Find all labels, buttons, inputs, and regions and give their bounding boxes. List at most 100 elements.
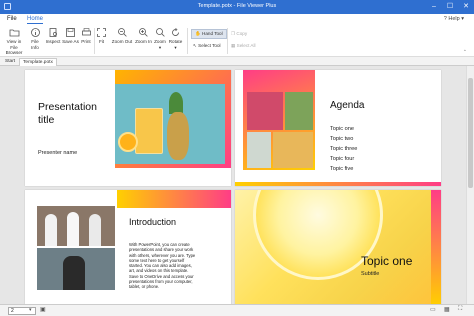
inspect-label: Inspect [45,39,61,44]
select-all-button[interactable]: ▦ Select All [231,43,256,49]
chevron-down-icon: ▾ [158,44,162,50]
fullscreen-icon[interactable]: ⛶ [458,306,462,313]
grid-view-icon[interactable]: ▦ [444,306,450,313]
hand-tool-button[interactable]: ✋ Hand Tool [191,29,227,39]
person-figure [63,256,85,290]
zoom-icon [155,28,165,37]
topic-heading: Topic one [361,254,413,268]
help-menu[interactable]: ? Help ▾ [444,16,464,22]
copy-label: Copy [236,31,248,36]
menu-bar: File Home ? Help ▾ [0,14,474,25]
zoom-in-icon [139,28,148,37]
zoom-in-label: Zoom In [135,39,152,44]
fruit-photo [273,132,313,168]
thumbnail-icon[interactable]: ▣ [40,306,46,313]
print-label: Print [81,39,91,44]
slide-viewer[interactable]: Presentation title Presenter name Agenda… [0,66,466,304]
intro-heading: Introduction [129,217,177,227]
intro-line: art, and videos on this template. [129,268,189,274]
window-title: Template.potx - File Viewer Plus [197,3,277,9]
drink-photo [247,132,271,168]
select-all-icon: ▦ [231,43,236,48]
menu-file[interactable]: File [7,16,17,22]
tab-start[interactable]: Start [2,58,18,66]
help-icon: ? [443,16,447,22]
menu-home[interactable]: Home [27,16,44,24]
hand-icon: ✋ [195,31,201,36]
juice-glass [135,108,163,154]
rotate-icon [172,27,179,36]
intro-body: With PowerPoint, you can create presenta… [129,242,195,290]
intro-line: tablet, or phone. [129,284,160,290]
view-in-browser-button[interactable]: View in File Browser [3,27,25,56]
fit-button[interactable]: Fit [96,27,107,45]
collapse-ribbon-icon[interactable]: ⌃ [463,49,467,55]
hand-tool-label: Hand Tool [202,31,223,36]
chevron-down-icon: ▾ [174,44,177,50]
slide-title-line1: Presentation [38,101,97,113]
agenda-heading: Agenda [330,100,365,111]
ribbon-toolbar: View in File Browser File Info Inspect S… [0,25,474,57]
presenter-name: Presenter name [38,150,78,156]
help-label: Help [448,16,460,22]
page-view-icon[interactable]: ▭ [430,306,436,313]
page-number: 2 [11,308,14,314]
file-info-button[interactable]: File Info [27,27,43,50]
slide-1[interactable]: Presentation title Presenter name [25,70,231,186]
pineapple [167,112,189,160]
juice-photo [115,84,225,164]
ribbon-divider [187,28,188,54]
zoom-out-icon [117,28,127,37]
agenda-item: Topic one [330,126,354,132]
select-tool-label: Select Tool [198,43,221,48]
slide-4[interactable]: Topic one Subtitle [235,190,441,304]
pineapple-leaves [169,92,183,114]
intro-line: presentations and share your work [129,247,194,253]
select-tool-button[interactable]: ↖ Select Tool [193,43,221,49]
rotate-dropdown[interactable]: Rotate ▾ [168,27,183,50]
team-photo [37,206,115,246]
copy-button[interactable]: ❐ Copy [231,31,247,37]
title-bar: Template.potx - File Viewer Plus – ☐ ✕ [0,0,474,14]
tab-template[interactable]: Template.potx [19,58,57,66]
zoom-dropdown[interactable]: Zoom ▾ [153,27,167,50]
view-in-browser-label1: View in File [6,39,22,50]
orange-slice [118,132,138,152]
topic-subtitle: Subtitle [361,271,380,277]
save-icon [66,28,75,37]
agenda-list: Topic one Topic two Topic three Topic fo… [330,124,357,174]
inspect-button[interactable]: Inspect [45,27,61,45]
rotate-label: Rotate [168,39,183,44]
fit-label: Fit [98,39,105,44]
zoom-in-button[interactable]: Zoom In [134,27,153,45]
fit-icon [97,28,106,37]
inspect-icon [49,28,57,37]
agenda-item: Topic two [330,136,354,142]
zoom-label: Zoom [154,39,166,44]
gradient-strip [431,190,441,304]
close-button[interactable]: ✕ [458,0,474,14]
agenda-item: Topic five [330,166,354,172]
slide-3[interactable]: Introduction With PowerPoint, you can cr… [25,190,231,304]
chef-photo [37,248,115,290]
slide-title-line2: title [38,113,55,126]
vertical-scrollbar[interactable] [466,66,474,304]
cursor-icon: ↖ [193,43,197,48]
gradient-strip [117,190,231,208]
chevron-down-icon[interactable]: ▾ [29,307,32,313]
save-as-button[interactable]: Save As [62,27,79,45]
slide-2[interactable]: Agenda Topic one Topic two Topic three T… [235,70,441,186]
select-all-label: Select All [236,43,256,48]
status-bar: 2 ▾ ▣ ▭ ▦ ⛶ [0,304,474,316]
printer-icon [81,28,91,36]
maximize-button[interactable]: ☐ [442,0,458,14]
folder-icon [9,29,19,37]
print-button[interactable]: Print [80,27,92,45]
scrollbar-thumb[interactable] [468,78,473,188]
zoom-out-button[interactable]: Zoom Out [111,27,133,45]
minimize-button[interactable]: – [426,0,442,14]
copy-icon: ❐ [231,31,236,36]
berries-photo [247,92,283,130]
agenda-item: Topic four [330,156,355,162]
agenda-item: Topic three [330,146,358,152]
